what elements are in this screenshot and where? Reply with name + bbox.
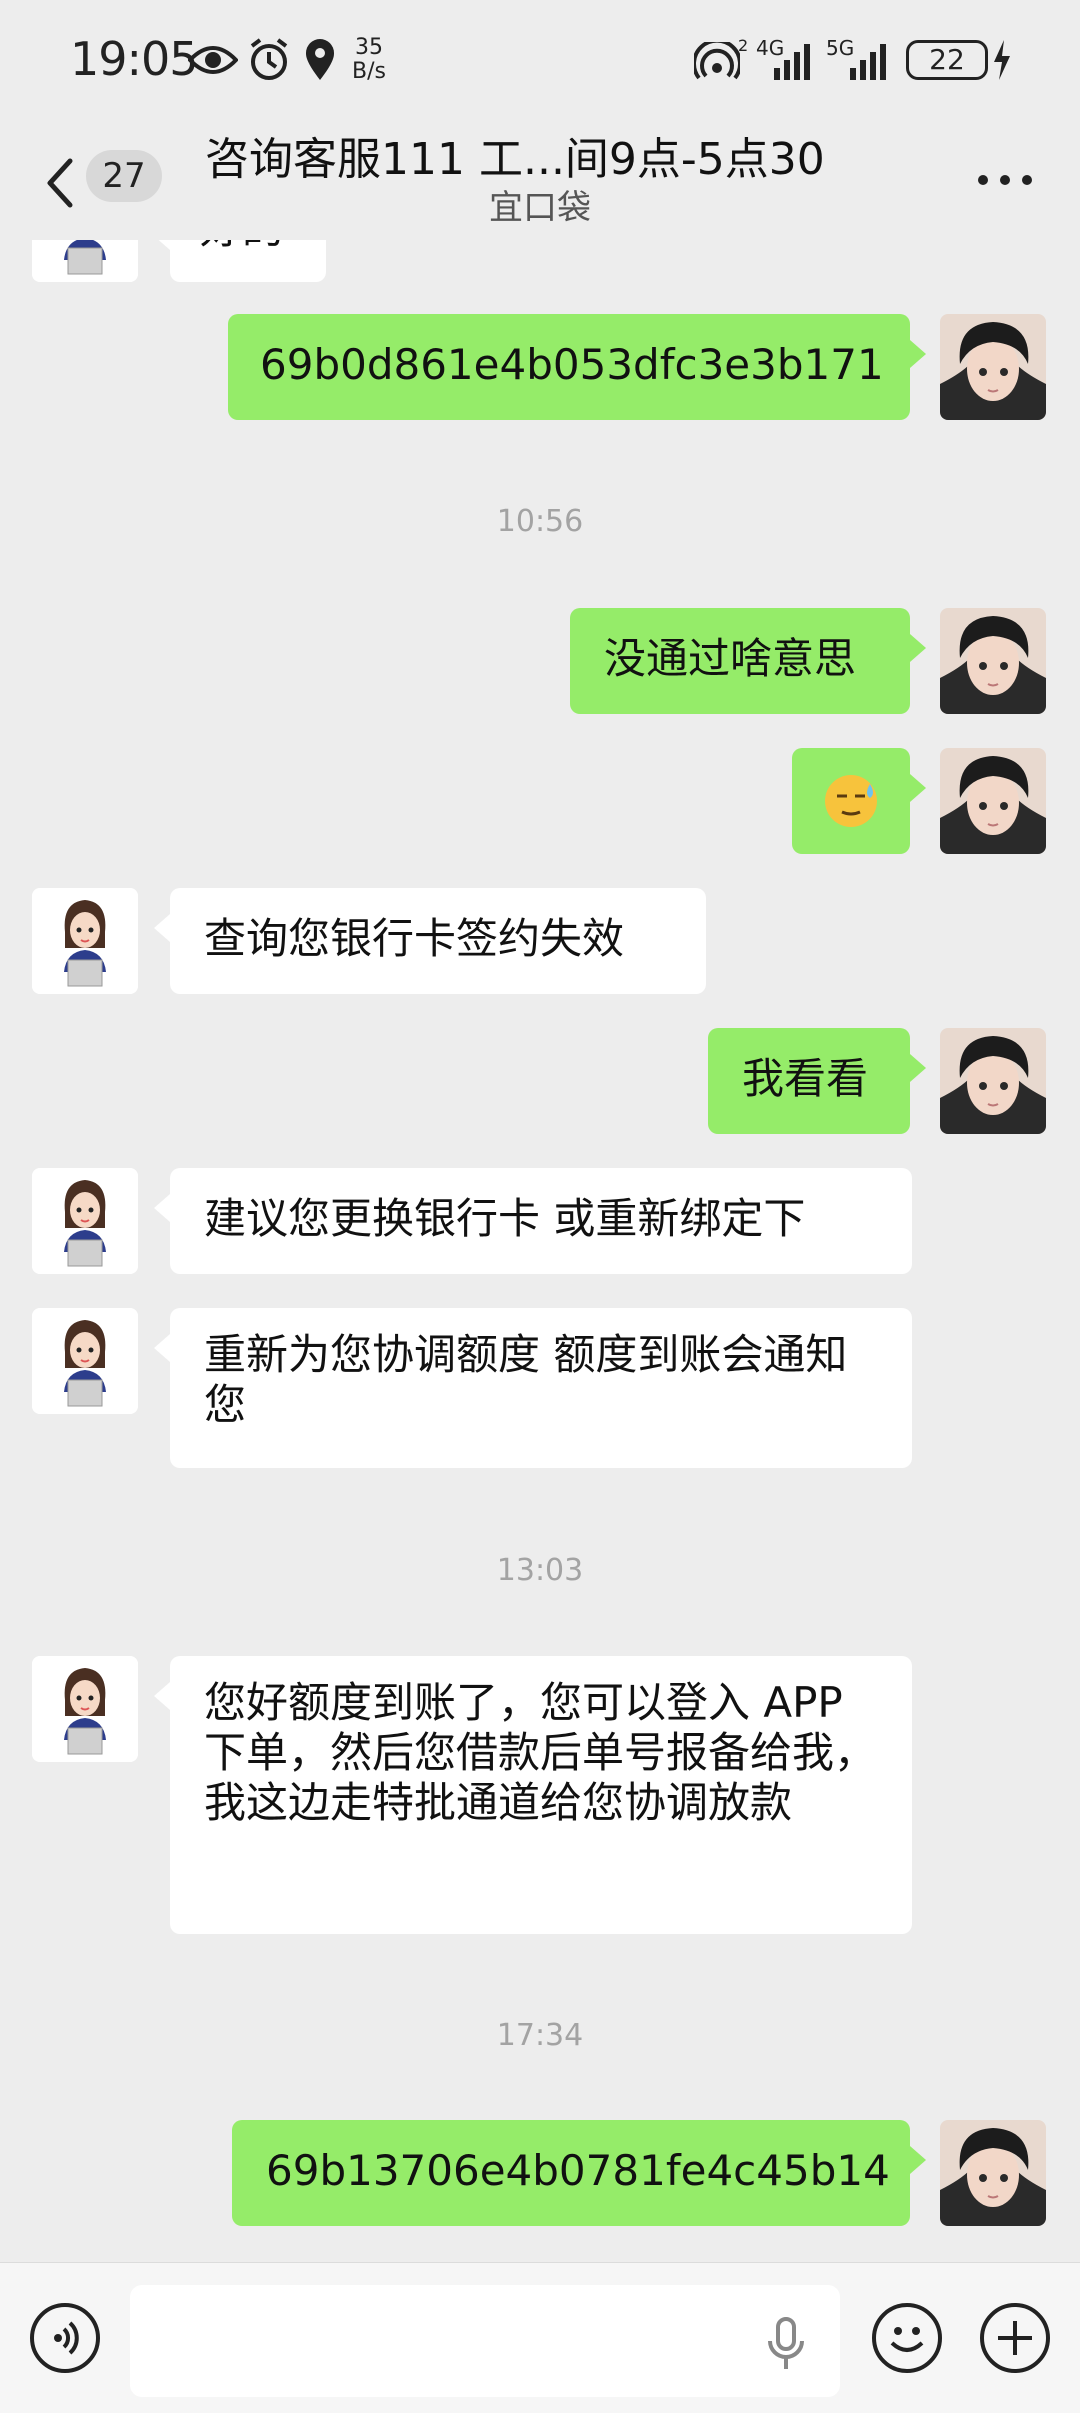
plus-icon [998,2321,1032,2355]
message-text: 69b13706e4b0781fe4c45b14 [266,2146,890,2195]
input-bar [0,2262,1080,2413]
bubble-tail [910,634,926,662]
message-text: 查询您银行卡签约失效 [204,914,625,963]
voice-wave-icon [54,2321,79,2355]
message-text: 重新为您协调额度 额度到账会通知您 [204,1330,848,1429]
sent-message-bubble[interactable]: 我看看 [708,1028,910,1134]
message-timestamp: 10:56 [496,504,584,539]
received-message-bubble[interactable]: 建议您更换银行卡 或重新绑定下 [170,1168,912,1274]
my-avatar[interactable] [940,748,1046,854]
my-avatar[interactable] [940,314,1046,420]
status-time: 19:05 [70,32,199,86]
bubble-tail [154,1194,170,1222]
sent-message-bubble[interactable]: 69b13706e4b0781fe4c45b14 [232,2120,910,2226]
message-text: 您好额度到账了，您可以登入 APP 下单，然后您借款后单号报备给我，我这边走特批… [204,1678,877,1827]
location-icon [306,39,334,80]
status-bar: 19:05 35 B/s 2 4G 5G 22 [0,0,1080,125]
sent-message-bubble[interactable]: 69b0d861e4b053dfc3e3b171 [228,314,910,420]
voice-toggle-button[interactable] [30,2303,100,2373]
sent-message-bubble[interactable]: 没通过啥意思 [570,608,910,714]
message-text: 我看看 [742,1054,869,1103]
sent-emoji-bubble[interactable] [792,748,910,854]
message-text: 69b0d861e4b053dfc3e3b171 [260,340,884,389]
agent-avatar[interactable] [32,240,138,282]
signal-5g-icon [850,44,886,80]
chat-title: 咨询客服111 工...间9点-5点30 [205,134,825,185]
received-message-bubble[interactable]: 您好额度到账了，您可以登入 APP 下单，然后您借款后单号报备给我，我这边走特批… [170,1656,912,1934]
received-message-bubble[interactable]: 重新为您协调额度 额度到账会通知您 [170,1308,912,1468]
bubble-tail [910,774,926,802]
my-avatar[interactable] [940,2120,1046,2226]
message-text: 没通过啥意思 [604,634,857,683]
bubble-tail [154,914,170,942]
bubble-tail [154,240,170,250]
network-speed: 35 B/s [352,36,386,84]
message-list[interactable]: 好的 69b0d861e4b053dfc3e3b171 10:56 没通过啥意思查询您… [0,240,1080,2262]
agent-avatar[interactable] [32,1656,138,1762]
agent-avatar[interactable] [32,1308,138,1414]
alarm-icon [250,38,288,80]
speed-unit: B/s [352,59,386,84]
my-avatar[interactable] [940,608,1046,714]
message-timestamp: 17:34 [496,2018,584,2053]
bubble-tail [910,1054,926,1082]
battery-indicator: 22 [906,40,988,80]
bubble-tail [154,1334,170,1362]
emoji-button[interactable] [872,2303,942,2373]
hotspot-count: 2 [738,36,749,55]
chat-subtitle: 宜口袋 [489,188,591,228]
message-text: 好的 [200,240,298,254]
more-icon[interactable] [975,170,1035,190]
smiley-icon [890,2327,924,2352]
hotspot-icon [694,42,740,80]
my-avatar[interactable] [940,1028,1046,1134]
charging-icon [994,40,1010,80]
message-text: 建议您更换银行卡 或重新绑定下 [204,1194,806,1243]
signal-4g-icon [774,44,810,80]
message-input[interactable] [130,2285,840,2397]
microphone-icon[interactable] [766,2317,806,2371]
message-timestamp: 13:03 [496,1553,584,1588]
bubble-tail [910,340,926,368]
eye-icon [188,46,238,74]
sweat-smile-emoji-icon [825,775,877,827]
chat-header: 27 咨询客服111 工...间9点-5点30 宜口袋 [0,125,1080,240]
received-message-bubble[interactable]: 好的 [170,240,326,282]
bubble-tail [910,2146,926,2174]
speed-value: 35 [354,35,383,60]
agent-avatar[interactable] [32,888,138,994]
received-message-bubble[interactable]: 查询您银行卡签约失效 [170,888,706,994]
bubble-tail [154,1682,170,1710]
add-more-button[interactable] [980,2303,1050,2373]
agent-avatar[interactable] [32,1168,138,1274]
